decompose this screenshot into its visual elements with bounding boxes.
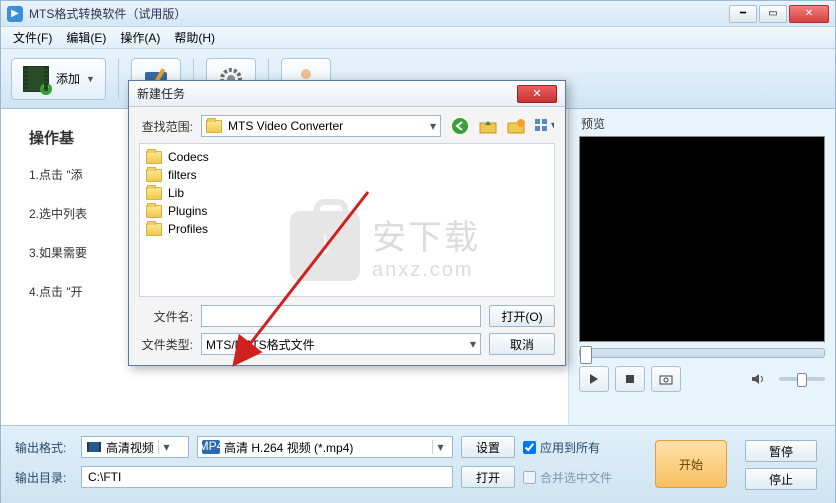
stop-button[interactable] bbox=[615, 366, 645, 392]
dialog-title: 新建任务 bbox=[137, 85, 517, 102]
merge-input[interactable] bbox=[523, 471, 536, 484]
start-button[interactable]: 开始 bbox=[655, 440, 727, 488]
play-button[interactable] bbox=[579, 366, 609, 392]
svg-text:MP4: MP4 bbox=[202, 440, 220, 453]
cancel-button[interactable]: 取消 bbox=[489, 333, 555, 355]
menu-help[interactable]: 帮助(H) bbox=[168, 27, 221, 48]
mp4-icon: MP4 bbox=[202, 440, 220, 454]
chevron-down-icon: ▾ bbox=[158, 440, 174, 454]
list-item[interactable]: filters bbox=[146, 166, 548, 184]
menubar: 文件(F) 编辑(E) 操作(A) 帮助(H) bbox=[1, 27, 835, 49]
file-open-dialog: 新建任务 ✕ 查找范围: MTS Video Converter ▾ ▾ Cod… bbox=[128, 80, 566, 366]
folder-icon bbox=[146, 205, 162, 218]
stop-side-button[interactable]: 停止 bbox=[745, 468, 817, 490]
folder-icon bbox=[206, 120, 222, 133]
dialog-titlebar: 新建任务 ✕ bbox=[129, 81, 565, 107]
list-item[interactable]: Profiles bbox=[146, 220, 548, 238]
lookin-value: MTS Video Converter bbox=[228, 119, 430, 133]
output-dir-field[interactable]: C:\FTI bbox=[81, 466, 453, 488]
format-category-combo[interactable]: 高清视频 ▾ bbox=[81, 436, 189, 458]
view-menu-button[interactable]: ▾ bbox=[533, 115, 555, 137]
video-preview bbox=[579, 136, 825, 342]
menu-edit[interactable]: 编辑(E) bbox=[60, 27, 112, 48]
add-button[interactable]: + 添加 ▼ bbox=[11, 58, 106, 100]
filetype-value: MTS/M2TS格式文件 bbox=[206, 336, 470, 353]
window-controls: ━ ▭ ✕ bbox=[729, 5, 829, 23]
open-button[interactable]: 打开(O) bbox=[489, 305, 555, 327]
pause-button[interactable]: 暂停 bbox=[745, 440, 817, 462]
preview-pane: 预览 bbox=[569, 109, 835, 425]
chevron-down-icon: ▾ bbox=[432, 440, 448, 454]
format-category-value: 高清视频 bbox=[106, 439, 154, 456]
apply-all-input[interactable] bbox=[523, 441, 536, 454]
titlebar: ▶ MTS格式转换软件（试用版） ━ ▭ ✕ bbox=[1, 1, 835, 27]
close-button[interactable]: ✕ bbox=[789, 5, 829, 23]
open-dir-button[interactable]: 打开 bbox=[461, 466, 515, 488]
svg-text:▾: ▾ bbox=[551, 118, 554, 132]
volume-icon[interactable] bbox=[751, 372, 767, 386]
list-item[interactable]: Codecs bbox=[146, 148, 548, 166]
folder-icon bbox=[146, 187, 162, 200]
separator bbox=[118, 59, 119, 99]
apply-all-checkbox[interactable]: 应用到所有 bbox=[523, 439, 600, 456]
dialog-close-button[interactable]: ✕ bbox=[517, 85, 557, 103]
filetype-combo[interactable]: MTS/M2TS格式文件 ▾ bbox=[201, 333, 481, 355]
bottom-panel: 输出格式: 高清视频 ▾ MP4 高清 H.264 视频 (*.mp4) ▾ 设… bbox=[1, 425, 835, 503]
lookin-combo[interactable]: MTS Video Converter ▾ bbox=[201, 115, 441, 137]
format-combo[interactable]: MP4 高清 H.264 视频 (*.mp4) ▾ bbox=[197, 436, 453, 458]
preview-label: 预览 bbox=[579, 113, 825, 136]
minimize-button[interactable]: ━ bbox=[729, 5, 757, 23]
list-item[interactable]: Plugins bbox=[146, 202, 548, 220]
filename-input[interactable] bbox=[201, 305, 481, 327]
settings-button[interactable]: 设置 bbox=[461, 436, 515, 458]
up-folder-button[interactable] bbox=[477, 115, 499, 137]
file-list[interactable]: Codecs filters Lib Plugins Profiles bbox=[139, 143, 555, 297]
folder-icon bbox=[146, 169, 162, 182]
filename-label: 文件名: bbox=[139, 308, 193, 325]
film-icon bbox=[86, 440, 102, 454]
new-folder-button[interactable] bbox=[505, 115, 527, 137]
maximize-button[interactable]: ▭ bbox=[759, 5, 787, 23]
back-button[interactable] bbox=[449, 115, 471, 137]
folder-icon bbox=[146, 151, 162, 164]
chevron-down-icon: ▾ bbox=[470, 337, 476, 351]
menu-file[interactable]: 文件(F) bbox=[7, 27, 58, 48]
film-add-icon: + bbox=[22, 65, 50, 93]
snapshot-button[interactable] bbox=[651, 366, 681, 392]
menu-action[interactable]: 操作(A) bbox=[114, 27, 166, 48]
preview-controls bbox=[579, 358, 825, 392]
folder-icon bbox=[146, 223, 162, 236]
filetype-label: 文件类型: bbox=[139, 336, 193, 353]
format-value: 高清 H.264 视频 (*.mp4) bbox=[224, 439, 428, 456]
lookin-label: 查找范围: bbox=[139, 118, 193, 135]
merge-checkbox[interactable]: 合并选中文件 bbox=[523, 469, 612, 486]
chevron-down-icon: ▼ bbox=[86, 74, 95, 84]
timeline-slider[interactable] bbox=[579, 348, 825, 358]
output-format-label: 输出格式: bbox=[15, 439, 73, 456]
app-icon: ▶ bbox=[7, 6, 23, 22]
volume-slider[interactable] bbox=[779, 377, 825, 381]
add-label: 添加 bbox=[56, 70, 80, 87]
output-dir-label: 输出目录: bbox=[15, 469, 73, 486]
window-title: MTS格式转换软件（试用版） bbox=[29, 5, 729, 22]
chevron-down-icon: ▾ bbox=[430, 119, 436, 133]
list-item[interactable]: Lib bbox=[146, 184, 548, 202]
